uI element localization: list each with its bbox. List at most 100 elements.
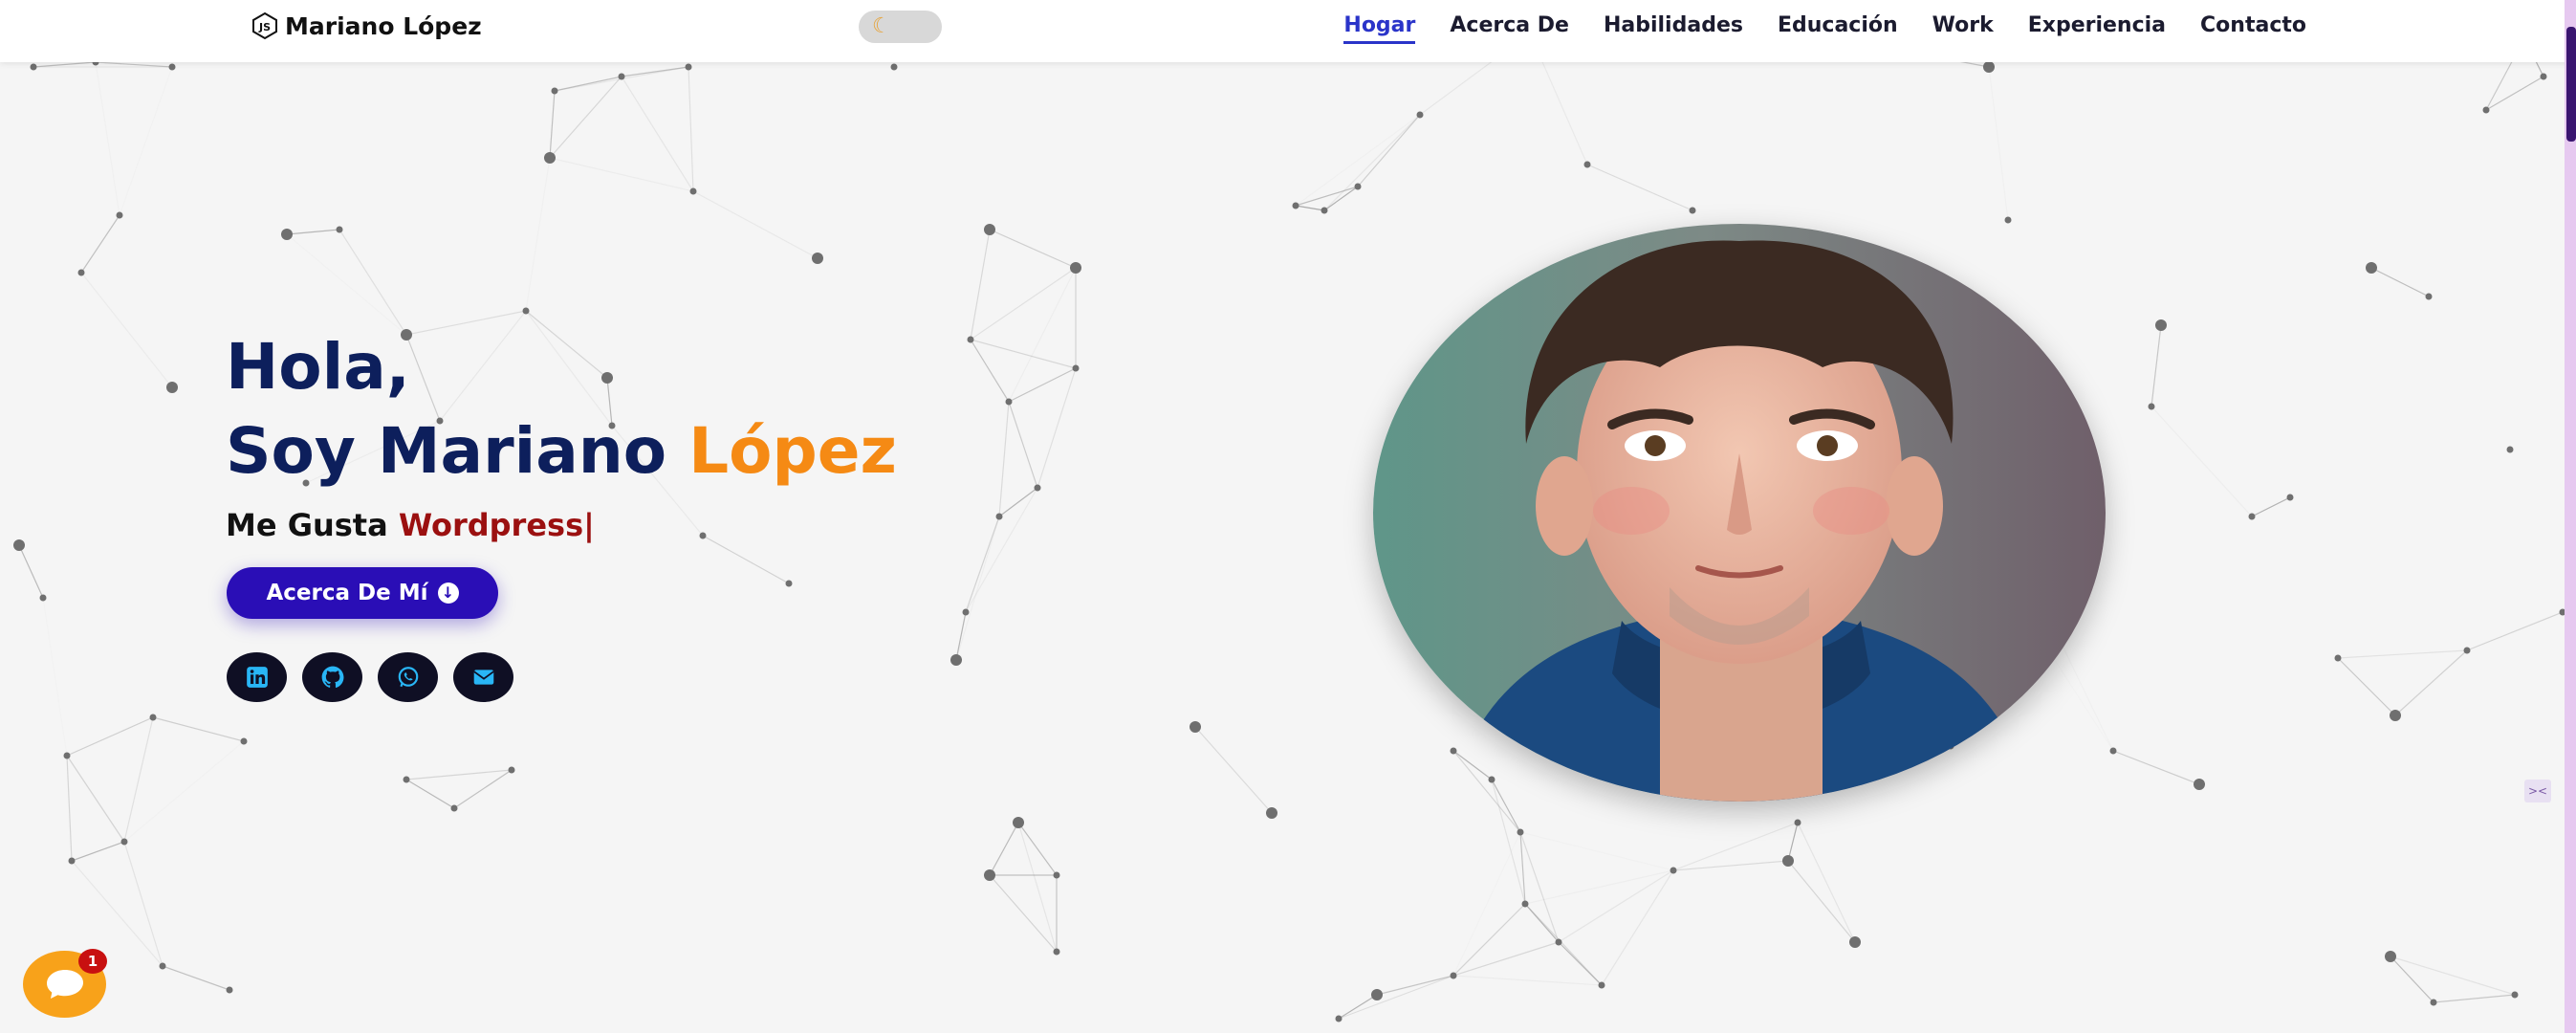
network-line <box>1491 779 1526 905</box>
network-node <box>544 152 556 164</box>
network-line <box>1452 975 1603 986</box>
network-line <box>1672 860 1789 871</box>
network-line <box>998 401 1010 517</box>
network-node <box>984 224 995 235</box>
network-line <box>989 229 1077 269</box>
nav-item-contacto[interactable]: Contacto <box>2200 13 2306 44</box>
network-node <box>1555 938 1562 946</box>
network-node <box>226 986 233 994</box>
nav-item-habilidades[interactable]: Habilidades <box>1604 13 1743 44</box>
code-embed-icon[interactable]: >< <box>2524 780 2551 802</box>
network-line <box>965 516 1000 613</box>
network-line <box>1453 832 1520 976</box>
network-node <box>1689 207 1696 214</box>
network-node <box>1005 398 1013 406</box>
network-node <box>77 269 85 276</box>
network-line <box>1491 779 1521 833</box>
network-node <box>281 229 293 240</box>
email-button[interactable] <box>453 652 513 702</box>
network-node <box>2148 403 2155 410</box>
network-node <box>2286 494 2294 501</box>
scrollbar-thumb[interactable] <box>2566 27 2576 142</box>
whatsapp-button[interactable] <box>378 652 438 702</box>
network-line <box>66 755 125 843</box>
network-node <box>1335 1015 1343 1022</box>
network-node <box>1371 989 1383 1000</box>
hero-greeting: Hola, <box>226 330 410 404</box>
network-line <box>2394 649 2468 716</box>
network-node <box>1983 61 1995 73</box>
network-node <box>618 73 625 80</box>
network-line <box>152 716 245 742</box>
network-node <box>13 539 25 551</box>
network-node <box>1013 817 1024 828</box>
network-node <box>1849 936 1861 948</box>
network-line <box>1357 114 1421 187</box>
network-node <box>2430 999 2437 1006</box>
network-line <box>1672 822 1799 871</box>
github-button[interactable] <box>302 652 362 702</box>
network-line <box>43 598 67 756</box>
network-node <box>166 382 178 393</box>
network-line <box>1452 750 1493 780</box>
network-node <box>159 962 166 970</box>
network-node <box>149 714 157 721</box>
about-me-button[interactable]: Acerca De Mí ↓ <box>227 567 498 619</box>
network-node <box>1488 776 1495 783</box>
linkedin-icon <box>246 667 268 688</box>
nav-item-hogar[interactable]: Hogar <box>1343 13 1416 44</box>
network-line <box>453 769 513 809</box>
network-node <box>1517 828 1524 836</box>
network-line <box>1787 822 1799 862</box>
network-node <box>984 869 995 881</box>
hero-name-last: López <box>688 414 897 488</box>
network-line <box>1323 114 1421 211</box>
network-node <box>2109 747 2117 755</box>
network-node <box>39 594 47 602</box>
nav-item-educacion[interactable]: Educación <box>1778 13 1898 44</box>
network-line <box>1452 941 1560 977</box>
network-line <box>525 157 551 312</box>
network-node <box>995 513 1003 520</box>
network-line <box>688 66 694 192</box>
network-node <box>1598 981 1605 989</box>
network-node <box>2463 647 2471 654</box>
network-node <box>2425 293 2433 300</box>
network-node <box>890 63 898 71</box>
network-line <box>2433 994 2516 1003</box>
network-line <box>2466 611 2564 651</box>
profile-avatar <box>1373 224 2106 802</box>
network-line <box>549 76 622 159</box>
nav-item-work[interactable]: Work <box>1932 13 1994 44</box>
nav-item-experiencia[interactable]: Experiencia <box>2028 13 2166 44</box>
network-node <box>967 336 974 343</box>
network-node <box>168 63 176 71</box>
tagline-skill: Wordpress <box>398 507 584 543</box>
network-line <box>1008 267 1077 403</box>
network-node <box>508 766 515 774</box>
network-node <box>2155 319 2167 331</box>
theme-toggle[interactable]: ☾ <box>859 11 942 43</box>
network-node <box>30 63 37 71</box>
network-line <box>80 272 173 388</box>
top-navbar: JS Mariano López ☾ Hogar Acerca De Habil… <box>0 0 2576 62</box>
network-node <box>63 752 71 759</box>
nav-item-acerca-de[interactable]: Acerca De <box>1450 13 1569 44</box>
network-line <box>338 229 407 336</box>
linkedin-button[interactable] <box>227 652 287 702</box>
brand-name: Mariano López <box>285 11 482 40</box>
brand[interactable]: JS Mariano López <box>251 11 482 40</box>
scrollbar-track[interactable] <box>2565 0 2576 1033</box>
moon-icon: ☾ <box>872 14 891 38</box>
network-node <box>2482 106 2490 114</box>
network-node <box>785 580 793 587</box>
network-node <box>403 776 410 783</box>
network-node <box>551 87 558 95</box>
network-node <box>522 307 530 315</box>
network-line <box>2337 657 2396 716</box>
network-line <box>71 841 125 862</box>
network-line <box>989 874 1058 953</box>
network-line <box>955 611 967 661</box>
network-line <box>2337 649 2468 659</box>
network-node <box>1053 948 1060 956</box>
